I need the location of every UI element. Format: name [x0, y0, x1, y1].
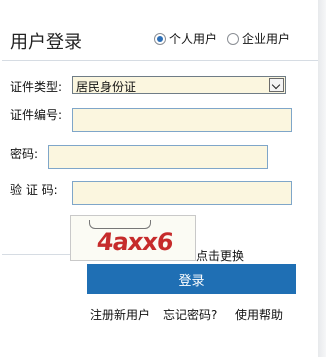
- id-number-input[interactable]: [72, 108, 292, 132]
- help-link[interactable]: 使用帮助: [235, 306, 283, 323]
- captcha-label: 验 证 码:: [10, 183, 58, 197]
- captcha-input[interactable]: [72, 181, 292, 205]
- id-type-value: 居民身份证: [76, 80, 137, 94]
- password-label: 密码:: [10, 147, 39, 161]
- forgot-password-link[interactable]: 忘记密码?: [163, 306, 217, 323]
- radio-personal-label: 个人用户: [169, 32, 218, 46]
- radio-enterprise-label: 企业用户: [242, 32, 291, 46]
- login-title: 用户登录: [10, 32, 82, 53]
- radio-checked-icon[interactable]: [154, 32, 166, 45]
- captcha-text: 4axx6: [95, 228, 175, 256]
- id-type-select[interactable]: 居民身份证: [72, 76, 286, 94]
- chevron-down-icon[interactable]: [269, 78, 284, 92]
- header-divider: [2, 60, 318, 61]
- captcha-divider: [2, 254, 70, 255]
- captcha-image[interactable]: 4axx6: [70, 215, 196, 261]
- login-panel: 用户登录 个人用户 企业用户 证件类型: 居民身份证 证件编号: 密码: 验 证…: [0, 0, 319, 357]
- radio-personal-user[interactable]: 个人用户: [154, 30, 217, 47]
- id-type-label: 证件类型:: [10, 80, 63, 94]
- register-link[interactable]: 注册新用户: [90, 306, 150, 323]
- password-input[interactable]: [48, 145, 268, 169]
- user-type-selector: 个人用户 企业用户: [154, 30, 300, 47]
- login-button[interactable]: 登录: [87, 264, 296, 294]
- radio-enterprise-user[interactable]: 企业用户: [227, 30, 290, 47]
- radio-unchecked-icon[interactable]: [227, 32, 240, 45]
- panel-shadow: [318, 0, 326, 357]
- id-number-label: 证件编号:: [10, 108, 63, 122]
- captcha-refresh-link[interactable]: 点击更换: [196, 247, 244, 264]
